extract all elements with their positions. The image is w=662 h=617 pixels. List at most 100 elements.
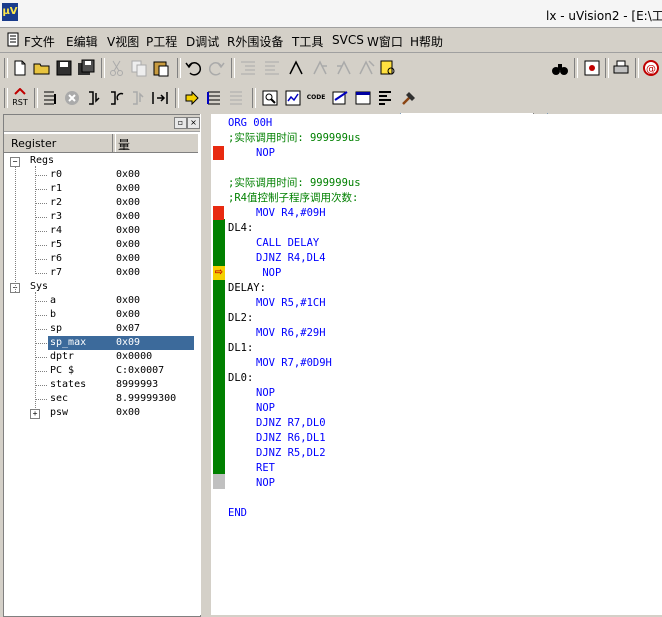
register-value[interactable]: 0x00: [116, 196, 140, 210]
register-value[interactable]: 8999993: [116, 378, 158, 392]
expand-icon[interactable]: +: [30, 409, 40, 419]
watch-window-icon[interactable]: [283, 88, 303, 108]
code-line[interactable]: RET: [256, 461, 275, 476]
menu-debug[interactable]: D调试: [186, 33, 219, 50]
register-row[interactable]: psw 0x00: [50, 406, 194, 420]
code-line[interactable]: DJNZ R7,DL0: [256, 416, 326, 431]
register-row[interactable]: r0 0x00: [50, 168, 194, 182]
performance-analyzer-icon[interactable]: [376, 88, 396, 108]
memory-window-icon[interactable]: [353, 88, 373, 108]
tree-group[interactable]: Sys: [30, 280, 48, 294]
stop-icon[interactable]: [62, 88, 82, 108]
column-divider[interactable]: [112, 134, 116, 152]
new-file-icon[interactable]: [10, 58, 30, 78]
code-line[interactable]: NOP: [256, 146, 275, 161]
register-value[interactable]: 0x00: [116, 224, 140, 238]
indent-icon[interactable]: [238, 58, 258, 78]
menu-view[interactable]: V视图: [107, 33, 139, 50]
code-label-line[interactable]: DL4:: [228, 221, 253, 236]
close-icon[interactable]: ×: [187, 117, 200, 129]
menu-peripherals[interactable]: R外围设备: [227, 33, 283, 50]
code-coverage-button[interactable]: CODE: [306, 88, 326, 108]
copy-icon[interactable]: [129, 58, 149, 78]
document-icon[interactable]: [7, 32, 19, 47]
column-value[interactable]: 量: [118, 136, 130, 153]
code-line[interactable]: END: [228, 506, 247, 521]
register-value[interactable]: 0x00: [116, 308, 140, 322]
register-row[interactable]: dptr 0x0000: [50, 350, 194, 364]
step-into-icon[interactable]: [84, 88, 104, 108]
code-line[interactable]: NOP: [256, 386, 275, 401]
menu-edit[interactable]: E编辑: [66, 33, 98, 50]
register-row[interactable]: r5 0x00: [50, 238, 194, 252]
code-line[interactable]: CALL DELAY: [256, 236, 319, 251]
register-value[interactable]: 0x0000: [116, 350, 152, 364]
register-value[interactable]: 0x00: [116, 168, 140, 182]
menu-tools[interactable]: T工具: [292, 33, 323, 50]
serial-window-icon[interactable]: [330, 88, 350, 108]
menu-help[interactable]: H帮助: [410, 33, 443, 50]
register-row[interactable]: r4 0x00: [50, 224, 194, 238]
undo-icon[interactable]: [184, 58, 204, 78]
register-row[interactable]: states 8999993: [50, 378, 194, 392]
find-in-files-icon[interactable]: [378, 58, 398, 78]
register-value[interactable]: C:0x0007: [116, 364, 164, 378]
register-row[interactable]: PC $ C:0x0007: [50, 364, 194, 378]
code-line[interactable]: DJNZ R6,DL1: [256, 431, 326, 446]
code-line[interactable]: MOV R5,#1CH: [256, 296, 326, 311]
register-row[interactable]: sec 8.99999300: [50, 392, 194, 406]
register-value[interactable]: 8.99999300: [116, 392, 176, 406]
register-value[interactable]: 0x00: [116, 252, 140, 266]
save-all-icon[interactable]: [76, 58, 96, 78]
code-label-line[interactable]: DL0:: [228, 371, 253, 386]
code-label-line[interactable]: DL2:: [228, 311, 253, 326]
app-icon[interactable]: μV: [2, 3, 18, 21]
code-line[interactable]: NOP: [256, 266, 281, 281]
trace-icon[interactable]: [204, 88, 224, 108]
register-row[interactable]: r3 0x00: [50, 210, 194, 224]
code-line[interactable]: NOP: [256, 401, 275, 416]
menu-svcs[interactable]: SVCS: [332, 33, 364, 47]
run-to-cursor-icon[interactable]: [150, 88, 170, 108]
disassembly-window-icon[interactable]: [260, 88, 280, 108]
register-row[interactable]: sp 0x07: [50, 322, 194, 336]
options-icon[interactable]: [582, 58, 602, 78]
hammer-icon[interactable]: [399, 88, 419, 108]
step-over-icon[interactable]: [106, 88, 126, 108]
menu-file[interactable]: F文件: [24, 33, 55, 50]
clear-bookmarks-icon[interactable]: [356, 58, 376, 78]
run-icon[interactable]: [40, 88, 60, 108]
register-value[interactable]: 0x00: [116, 210, 140, 224]
source-editor[interactable]: ⇨ ORG 00H ;实际调用时间: 999999us NOP ;实际调用时间: 99…: [211, 114, 662, 615]
register-row[interactable]: b 0x00: [50, 308, 194, 322]
register-row[interactable]: r7 0x00: [50, 266, 194, 280]
column-register[interactable]: Register: [11, 137, 56, 150]
cut-icon[interactable]: [107, 58, 127, 78]
register-row[interactable]: a 0x00: [50, 294, 194, 308]
editor-gutter[interactable]: ⇨: [211, 114, 225, 615]
code-label-line[interactable]: DL1:: [228, 341, 253, 356]
code-line[interactable]: MOV R6,#29H: [256, 326, 326, 341]
trace-records-icon[interactable]: [226, 88, 246, 108]
code-comment-line[interactable]: ;实际调用时间: 999999us: [228, 176, 361, 191]
open-folder-icon[interactable]: [32, 58, 52, 78]
register-row[interactable]: r6 0x00: [50, 252, 194, 266]
show-next-statement-icon[interactable]: [182, 88, 202, 108]
paste-icon[interactable]: [151, 58, 171, 78]
code-label-line[interactable]: DELAY:: [228, 281, 266, 296]
code-comment-line[interactable]: ;实际调用时间: 999999us: [228, 131, 361, 146]
redo-icon[interactable]: [206, 58, 226, 78]
register-value[interactable]: 0x00: [116, 238, 140, 252]
code-line[interactable]: MOV R4,#09H: [256, 206, 326, 221]
reset-button[interactable]: RST: [9, 87, 31, 108]
register-row[interactable]: r1 0x00: [50, 182, 194, 196]
tree-group[interactable]: Regs: [30, 154, 54, 168]
register-value[interactable]: 0x07: [116, 322, 140, 336]
code-comment-line[interactable]: ;R4值控制子程序调用次数:: [228, 191, 358, 206]
step-out-icon[interactable]: [128, 88, 148, 108]
code-line[interactable]: DJNZ R5,DL2: [256, 446, 326, 461]
breakpoint-marker[interactable]: [213, 206, 224, 220]
register-value[interactable]: 0x00: [116, 294, 140, 308]
menu-project[interactable]: P工程: [146, 33, 177, 50]
code-line[interactable]: DJNZ R4,DL4: [256, 251, 326, 266]
